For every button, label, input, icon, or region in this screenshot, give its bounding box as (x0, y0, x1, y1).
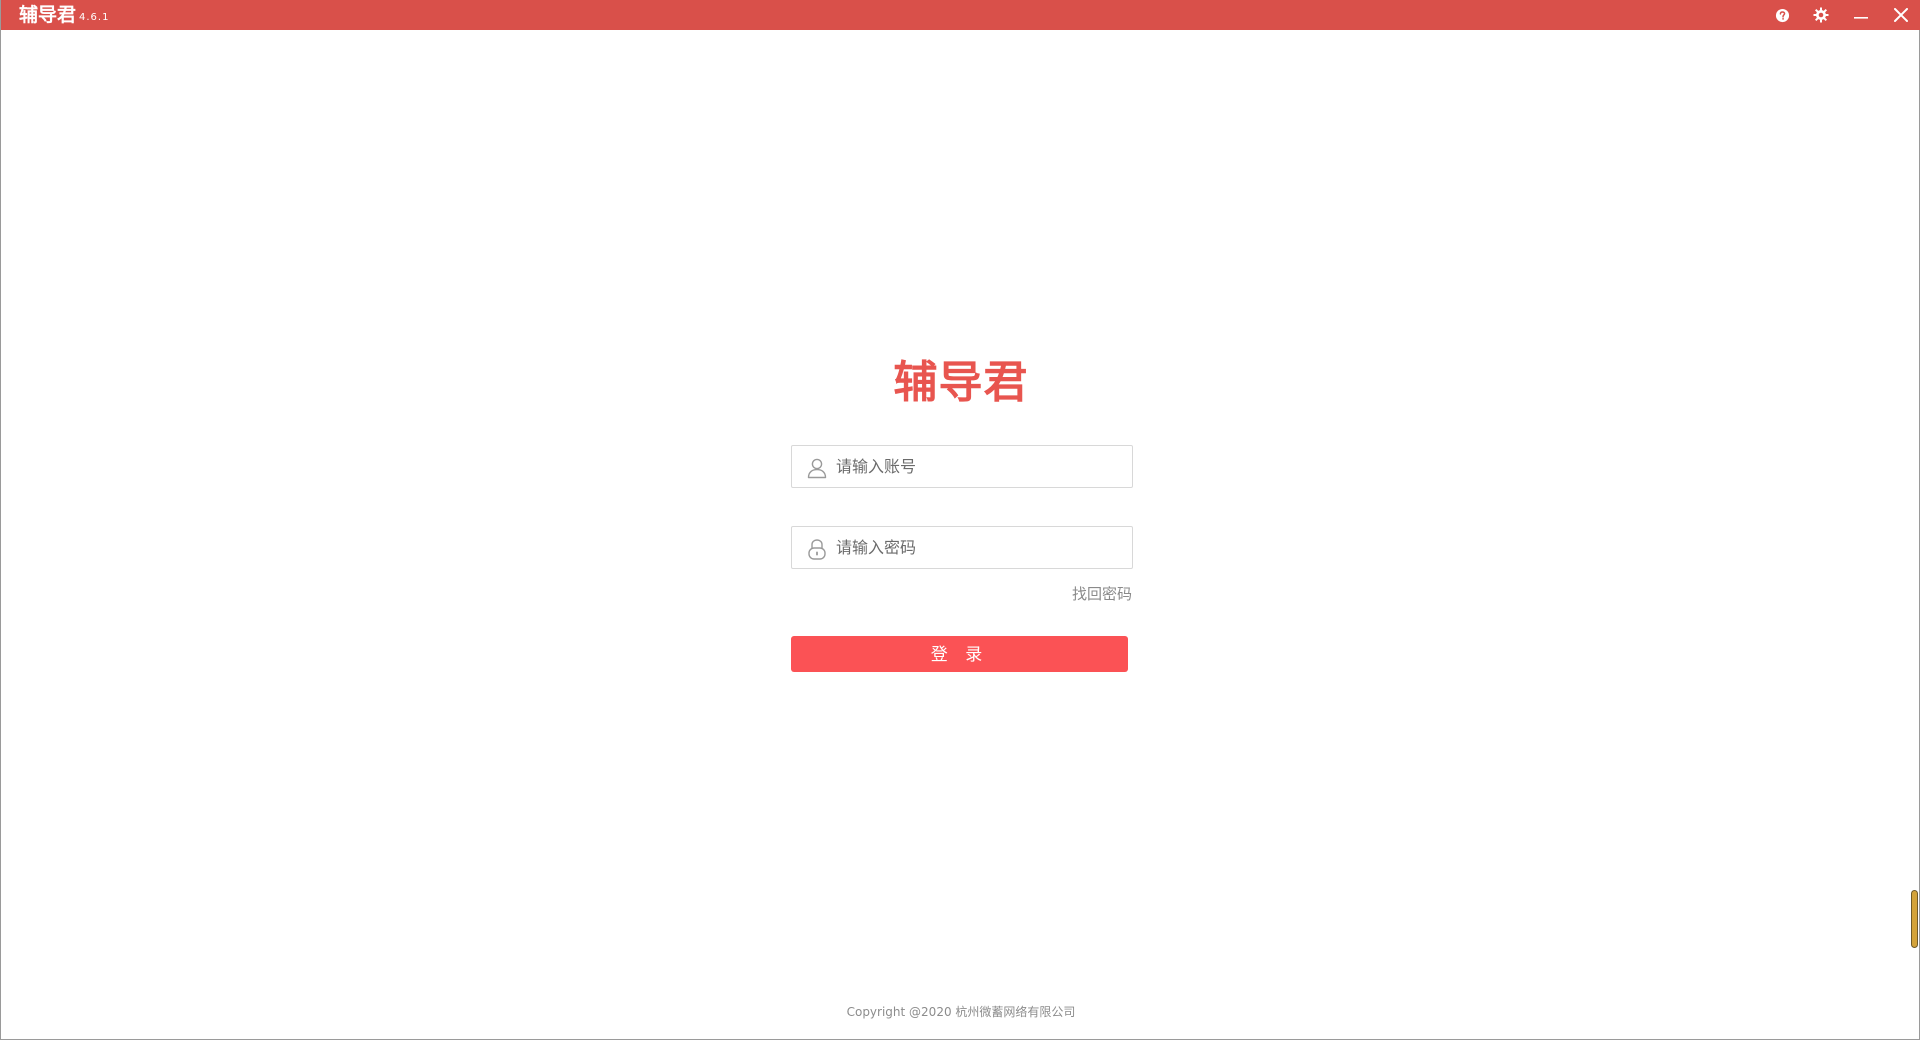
close-button[interactable] (1881, 0, 1920, 30)
app-title: 辅导君 (19, 4, 77, 26)
gear-icon (1813, 7, 1829, 23)
minimize-icon (1854, 17, 1868, 19)
question-circle-icon (1775, 8, 1789, 22)
app-version: 4.6.1 (79, 12, 110, 23)
title-bar: 辅导君 4.6.1 (1, 0, 1920, 30)
account-field[interactable] (791, 445, 1133, 488)
password-input[interactable] (836, 527, 1126, 568)
close-icon (1894, 8, 1908, 22)
floating-handle[interactable] (1911, 890, 1918, 948)
brand-logo: 辅导君 (893, 357, 1029, 408)
lock-icon (808, 539, 826, 560)
app-window: 辅导君 4.6.1 辅导君 请输入账号 找回密码 登 录 Copyright @… (0, 0, 1920, 1040)
minimize-button[interactable] (1841, 0, 1881, 30)
help-button[interactable] (1762, 0, 1802, 30)
user-icon (807, 458, 827, 479)
settings-button[interactable] (1801, 0, 1841, 30)
password-field[interactable] (791, 526, 1133, 569)
forgot-password-link[interactable]: 找回密码 (1041, 583, 1132, 605)
account-input[interactable] (836, 446, 1126, 487)
copyright-text: Copyright @2020 杭州微蓄网络有限公司 (846, 1005, 1076, 1019)
login-button[interactable]: 登 录 (791, 636, 1128, 672)
